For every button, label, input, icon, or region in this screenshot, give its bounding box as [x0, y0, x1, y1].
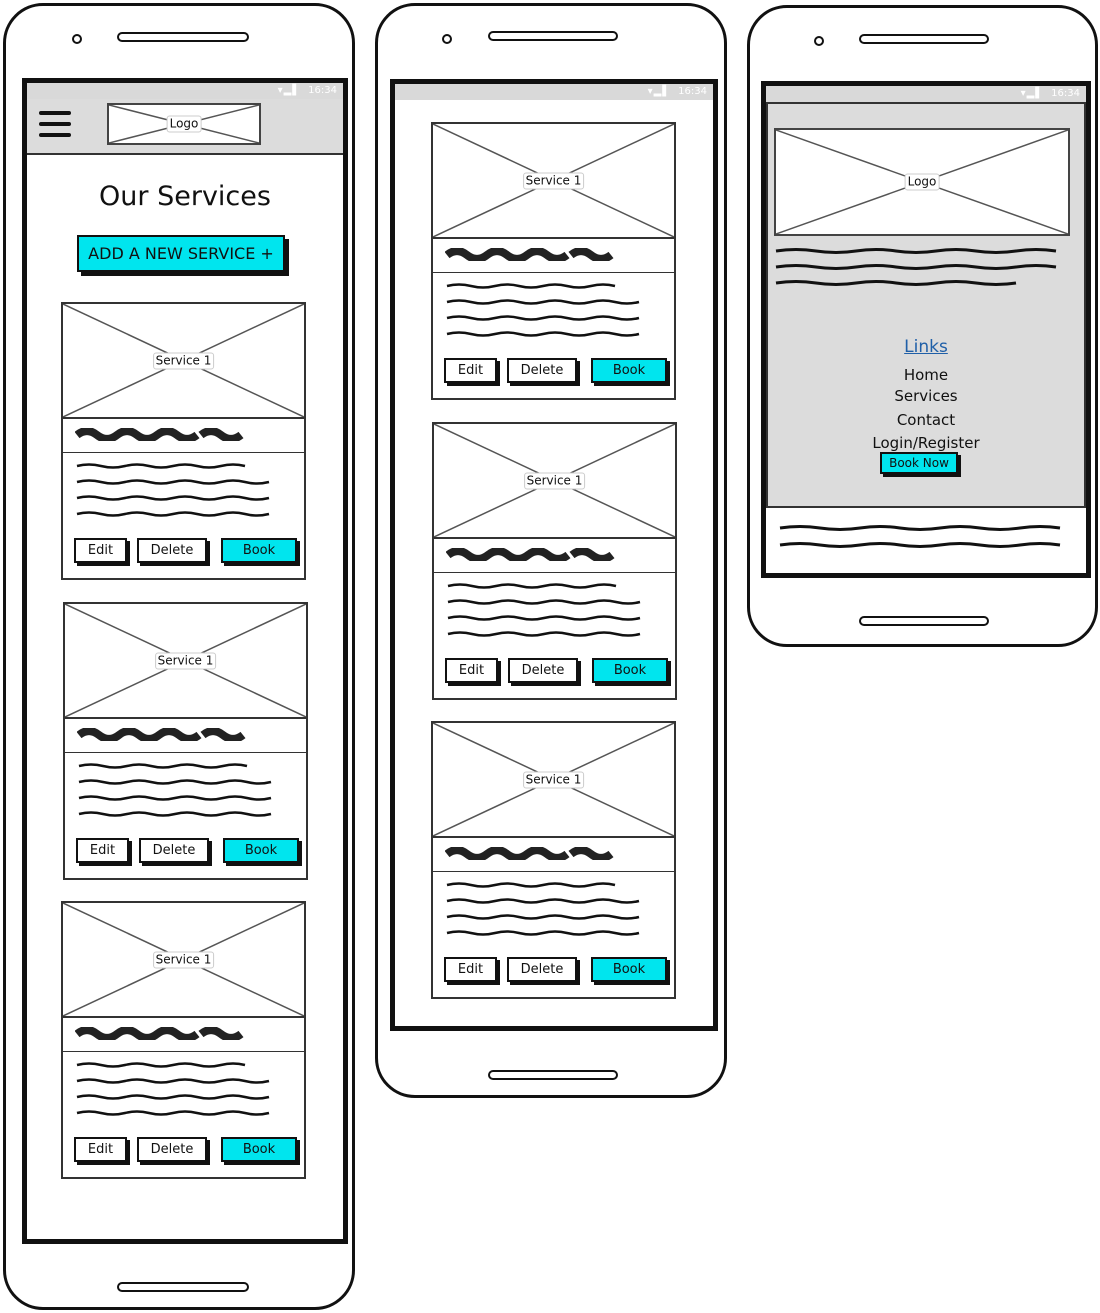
- service-image[interactable]: Service 1: [434, 424, 675, 539]
- card-divider: [434, 572, 675, 573]
- status-icons: ▾▂▌: [277, 85, 301, 96]
- status-time: 16:34: [308, 85, 337, 96]
- status-icons: ▾▂▌: [647, 86, 671, 97]
- service-image-label: Service 1: [154, 652, 217, 669]
- service-card: Service 1 Edit Delete Book: [63, 602, 308, 880]
- service-description-scribble: [446, 882, 640, 936]
- service-card: Service 1 Edit Delete Book: [432, 422, 677, 700]
- status-bar: ▾▂▌ 16:34: [395, 84, 713, 100]
- status-bar: ▾▂▌ 16:34: [766, 86, 1086, 102]
- card-divider: [63, 452, 304, 453]
- service-title-scribble: [446, 548, 615, 561]
- service-description-scribble: [446, 283, 640, 337]
- card-divider: [433, 871, 674, 872]
- book-button[interactable]: Book: [223, 838, 299, 863]
- delete-button[interactable]: Delete: [508, 658, 578, 683]
- speaker-grille: [117, 32, 249, 42]
- home-button[interactable]: [117, 1282, 249, 1292]
- logo-label: Logo: [166, 115, 202, 133]
- status-icons: ▾▂▌: [1020, 88, 1044, 99]
- phone-nav-menu: ▾▂▌ 16:34 Logo Links Home Services Conta…: [747, 5, 1098, 647]
- status-time: 16:34: [1051, 88, 1080, 99]
- book-button[interactable]: Book: [221, 1137, 297, 1162]
- nav-link-home[interactable]: Home: [768, 366, 1084, 384]
- delete-button[interactable]: Delete: [137, 538, 207, 563]
- nav-menu-panel: Logo Links Home Services Contact Login/R…: [766, 102, 1086, 508]
- home-button[interactable]: [488, 1070, 618, 1080]
- book-button[interactable]: Book: [592, 658, 668, 683]
- camera-icon: [814, 36, 824, 46]
- service-card: Service 1 Edit Delete Book: [61, 901, 306, 1179]
- service-image-label: Service 1: [152, 352, 215, 369]
- book-button[interactable]: Book: [591, 358, 667, 383]
- scribble-text-block: [775, 248, 1057, 286]
- book-button[interactable]: Book: [221, 538, 297, 563]
- card-divider: [63, 1051, 304, 1052]
- card-divider: [433, 272, 674, 273]
- service-description-scribble: [76, 463, 270, 517]
- service-image-label: Service 1: [522, 771, 585, 788]
- service-image[interactable]: Service 1: [433, 723, 674, 838]
- service-description-scribble: [78, 763, 272, 817]
- book-now-button[interactable]: Book Now: [880, 452, 958, 474]
- hamburger-icon[interactable]: [39, 111, 71, 139]
- nav-link-services[interactable]: Services: [768, 387, 1084, 405]
- page-title: Our Services: [99, 181, 271, 212]
- status-time: 16:34: [678, 86, 707, 97]
- speaker-grille: [859, 34, 989, 44]
- delete-button[interactable]: Delete: [507, 957, 577, 982]
- service-image[interactable]: Service 1: [65, 604, 306, 719]
- logo[interactable]: Logo: [107, 103, 261, 145]
- screen: ▾▂▌ 16:34 Service 1 Edit Delete Book Ser…: [390, 79, 718, 1031]
- edit-button[interactable]: Edit: [76, 838, 129, 863]
- service-card: Service 1 Edit Delete Book: [431, 122, 676, 400]
- nav-link-contact[interactable]: Contact: [768, 411, 1084, 429]
- service-title-scribble: [77, 728, 246, 741]
- home-button[interactable]: [859, 616, 989, 626]
- edit-button[interactable]: Edit: [444, 957, 497, 982]
- screen: ▾▂▌ 16:34 Logo Links Home Services Conta…: [761, 81, 1091, 578]
- delete-button[interactable]: Delete: [139, 838, 209, 863]
- edit-button[interactable]: Edit: [74, 538, 127, 563]
- scribble-text-block: [779, 525, 1061, 548]
- book-button[interactable]: Book: [591, 957, 667, 982]
- nav-link-login-register[interactable]: Login/Register: [768, 434, 1084, 452]
- service-title-scribble: [445, 248, 614, 261]
- edit-button[interactable]: Edit: [74, 1137, 127, 1162]
- service-title-scribble: [75, 428, 244, 441]
- speaker-grille: [488, 31, 618, 41]
- service-image-label: Service 1: [522, 172, 585, 189]
- service-title-scribble: [75, 1027, 244, 1040]
- service-title-scribble: [445, 847, 614, 860]
- service-card: Service 1 Edit Delete Book: [61, 302, 306, 580]
- service-image-label: Service 1: [152, 951, 215, 968]
- service-image[interactable]: Service 1: [63, 304, 304, 419]
- service-description-scribble: [447, 583, 641, 637]
- service-card: Service 1 Edit Delete Book: [431, 721, 676, 999]
- service-description-scribble: [76, 1062, 270, 1116]
- app-header: Logo: [27, 99, 343, 155]
- menu-logo[interactable]: Logo: [774, 128, 1070, 236]
- camera-icon: [442, 34, 452, 44]
- add-service-button[interactable]: ADD A NEW SERVICE +: [77, 235, 285, 272]
- logo-label: Logo: [904, 173, 940, 191]
- delete-button[interactable]: Delete: [507, 358, 577, 383]
- camera-icon: [72, 34, 82, 44]
- status-bar: ▾▂▌ 16:34: [27, 83, 343, 99]
- phone-service-cards: ▾▂▌ 16:34 Service 1 Edit Delete Book Ser…: [375, 3, 727, 1098]
- service-image[interactable]: Service 1: [433, 124, 674, 239]
- service-image[interactable]: Service 1: [63, 903, 304, 1018]
- screen: ▾▂▌ 16:34 Logo Our Services ADD A NEW SE…: [22, 78, 348, 1244]
- edit-button[interactable]: Edit: [445, 658, 498, 683]
- phone-services-list: ▾▂▌ 16:34 Logo Our Services ADD A NEW SE…: [3, 3, 355, 1310]
- delete-button[interactable]: Delete: [137, 1137, 207, 1162]
- links-heading[interactable]: Links: [768, 337, 1084, 357]
- service-image-label: Service 1: [523, 472, 586, 489]
- card-divider: [65, 752, 306, 753]
- edit-button[interactable]: Edit: [444, 358, 497, 383]
